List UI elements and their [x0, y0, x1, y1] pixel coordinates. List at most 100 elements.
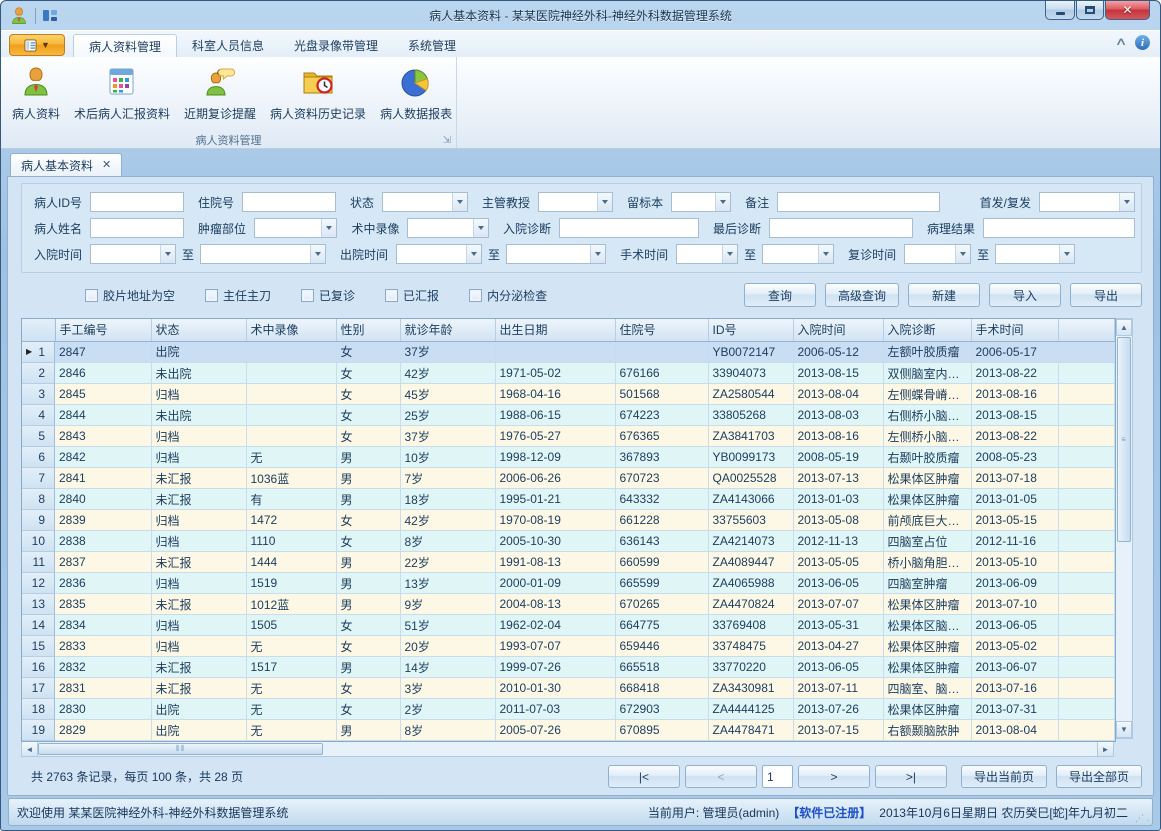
cell-birth_date[interactable]	[495, 341, 615, 363]
discharge-date-from-combo[interactable]	[396, 244, 482, 264]
endocrine-exam-checkbox[interactable]	[469, 289, 482, 302]
row-selector-cell[interactable]: 19	[22, 720, 55, 741]
cell-admit_date[interactable]: 2013-05-05	[793, 552, 883, 573]
cell-gender[interactable]: 女	[336, 405, 400, 426]
reported-checkbox[interactable]	[385, 289, 398, 302]
cell-status[interactable]: 未汇报	[151, 552, 246, 573]
cell-birth_date[interactable]: 1968-04-16	[495, 384, 615, 405]
chevron-down-icon[interactable]	[818, 245, 833, 263]
cell-manual_no[interactable]: 2832	[55, 657, 151, 678]
admit-date-to-combo[interactable]	[200, 244, 326, 264]
revisit-date-from-combo[interactable]	[904, 244, 971, 264]
ribbon-tab-system-management[interactable]: 系统管理	[393, 34, 471, 57]
column-header-status[interactable]: 状态	[151, 319, 246, 341]
cell-surgery_date[interactable]: 2013-05-02	[971, 636, 1058, 657]
cell-status[interactable]: 归档	[151, 426, 246, 447]
cell-age[interactable]: 14岁	[400, 657, 495, 678]
cell-admit_diagnosis[interactable]: 前颅底巨大脑...	[883, 510, 971, 531]
row-selector-cell[interactable]: 15	[22, 636, 55, 657]
cell-surgery_date[interactable]: 2013-06-09	[971, 573, 1058, 594]
cell-id_no[interactable]: 33805268	[708, 405, 793, 426]
cell-id_no[interactable]: ZA2580544	[708, 384, 793, 405]
cell-gender[interactable]: 男	[336, 657, 400, 678]
cell-surgery_date[interactable]: 2013-08-22	[971, 426, 1058, 447]
cell-manual_no[interactable]: 2847	[55, 341, 151, 363]
cell-admit_diagnosis[interactable]: 右额颞脑脓肿	[883, 720, 971, 741]
cell-status[interactable]: 未汇报	[151, 468, 246, 489]
cell-video[interactable]: 1505	[246, 615, 336, 636]
cell-admit_diagnosis[interactable]: 松果体区肿瘤	[883, 636, 971, 657]
cell-status[interactable]: 归档	[151, 636, 246, 657]
cell-admit_diagnosis[interactable]: 四脑室占位	[883, 531, 971, 552]
cell-manual_no[interactable]: 2846	[55, 363, 151, 384]
table-row[interactable]: 162832未汇报1517男14岁1999-07-266655183377022…	[22, 657, 1115, 678]
chevron-down-icon[interactable]	[1059, 245, 1074, 263]
cell-admit_date[interactable]: 2013-08-15	[793, 363, 883, 384]
table-row[interactable]: 192829出院无男8岁2005-07-26670895ZA4478471201…	[22, 720, 1115, 741]
surgery-date-from-combo[interactable]	[676, 244, 738, 264]
new-button[interactable]: 新建	[908, 283, 980, 307]
cell-gender[interactable]: 男	[336, 552, 400, 573]
first-recur-combo[interactable]	[1039, 192, 1135, 212]
cell-inpatient_no[interactable]: 665518	[615, 657, 708, 678]
row-selector-cell[interactable]: 2	[22, 363, 55, 384]
cell-status[interactable]: 未汇报	[151, 678, 246, 699]
cell-inpatient_no[interactable]: 660599	[615, 552, 708, 573]
chevron-down-icon[interactable]	[466, 245, 481, 263]
page-number-input[interactable]	[762, 765, 793, 788]
admit-diagnosis-input[interactable]	[559, 218, 699, 238]
cell-id_no[interactable]: 33904073	[708, 363, 793, 384]
column-header-inpatient_no[interactable]: 住院号	[615, 319, 708, 341]
cell-id_no[interactable]: ZA4444125	[708, 699, 793, 720]
cell-status[interactable]: 未出院	[151, 405, 246, 426]
table-row[interactable]: 92839归档1472女42岁1970-08-19661228337556032…	[22, 510, 1115, 531]
chevron-down-icon[interactable]	[722, 245, 737, 263]
cell-admit_date[interactable]: 2013-07-26	[793, 699, 883, 720]
cell-gender[interactable]: 男	[336, 468, 400, 489]
cell-age[interactable]: 2岁	[400, 699, 495, 720]
row-selector-cell[interactable]: 7	[22, 468, 55, 489]
vertical-scroll-thumb[interactable]: ≡	[1117, 337, 1131, 542]
chevron-down-icon[interactable]	[452, 193, 467, 211]
discharge-date-to-combo[interactable]	[506, 244, 606, 264]
cell-surgery_date[interactable]: 2013-07-16	[971, 678, 1058, 699]
close-tab-icon[interactable]: ✕	[102, 160, 111, 171]
cell-admit_date[interactable]: 2013-06-05	[793, 657, 883, 678]
cell-video[interactable]: 无	[246, 447, 336, 468]
row-selector-cell[interactable]: 16	[22, 657, 55, 678]
table-row[interactable]: 142834归档1505女51岁1962-02-0466477533769408…	[22, 615, 1115, 636]
chevron-down-icon[interactable]	[715, 193, 730, 211]
ribbon-tab-patient-management[interactable]: 病人资料管理	[73, 34, 177, 57]
column-header-surgery_date[interactable]: 手术时间	[971, 319, 1058, 341]
cell-video[interactable]: 1110	[246, 531, 336, 552]
patient-name-input[interactable]	[90, 218, 184, 238]
import-button[interactable]: 导入	[989, 283, 1061, 307]
cell-manual_no[interactable]: 2845	[55, 384, 151, 405]
cell-video[interactable]: 无	[246, 699, 336, 720]
cell-status[interactable]: 未出院	[151, 363, 246, 384]
cell-gender[interactable]: 女	[336, 531, 400, 552]
table-row[interactable]: 182830出院无女2岁2011-07-03672903ZA4444125201…	[22, 699, 1115, 720]
prev-page-button[interactable]: <	[685, 765, 757, 788]
chief-surgeon-checkbox[interactable]	[205, 289, 218, 302]
cell-manual_no[interactable]: 2833	[55, 636, 151, 657]
cell-gender[interactable]: 女	[336, 636, 400, 657]
column-header-video[interactable]: 术中录像	[246, 319, 336, 341]
cell-admit_diagnosis[interactable]: 四脑室肿瘤	[883, 573, 971, 594]
cell-id_no[interactable]: ZA4065988	[708, 573, 793, 594]
vertical-scrollbar[interactable]: ▲ ≡ ▼	[1116, 318, 1133, 739]
cell-age[interactable]: 8岁	[400, 720, 495, 741]
cell-inpatient_no[interactable]: 367893	[615, 447, 708, 468]
row-selector-cell[interactable]: 6	[22, 447, 55, 468]
info-icon[interactable]: i	[1135, 35, 1150, 50]
table-row[interactable]: 52843归档女37岁1976-05-27676365ZA38417032013…	[22, 426, 1115, 447]
cell-admit_date[interactable]: 2013-04-27	[793, 636, 883, 657]
scroll-up-icon[interactable]: ▲	[1116, 319, 1132, 336]
close-button[interactable]: ✕	[1105, 1, 1150, 20]
row-selector-cell[interactable]: 9	[22, 510, 55, 531]
cell-status[interactable]: 归档	[151, 384, 246, 405]
cell-admit_date[interactable]: 2013-08-03	[793, 405, 883, 426]
cell-video[interactable]	[246, 426, 336, 447]
cell-manual_no[interactable]: 2840	[55, 489, 151, 510]
column-header-admit_date[interactable]: 入院时间	[793, 319, 883, 341]
